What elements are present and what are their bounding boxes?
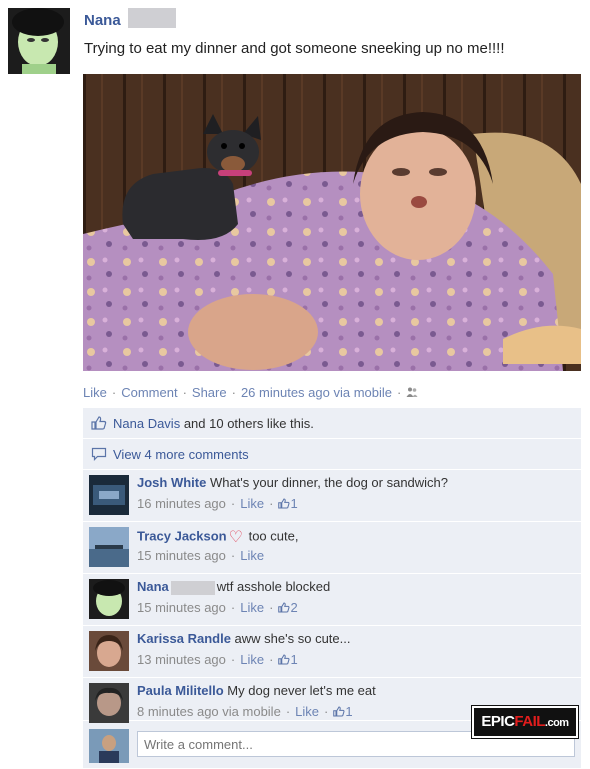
comment-text: aww she's so cute... [230, 631, 351, 646]
epicfail-watermark: EPICFAIL.com [472, 706, 578, 738]
commenter-avatar[interactable] [89, 527, 129, 567]
speech-bubble-icon [91, 447, 107, 466]
comment-text: My dog never let's me eat [223, 683, 376, 698]
commenter-name[interactable]: Paula Militello [137, 683, 224, 698]
redacted-surname [128, 8, 176, 28]
post-photo[interactable] [83, 74, 581, 371]
like-link[interactable]: Like [83, 385, 107, 400]
friends-icon [406, 386, 418, 401]
commenter-name[interactable]: Tracy Jackson [137, 528, 227, 543]
post-actions: Like · Comment · Share · 26 minutes ago via mo… [83, 385, 418, 401]
liker-name-link[interactable]: Nana Davis [113, 416, 180, 431]
likes-summary: Nana Davis and 10 others like this. [83, 408, 581, 439]
thumbs-up-icon [278, 653, 290, 668]
comment-like-link[interactable]: Like [240, 548, 264, 563]
comment-time[interactable]: 16 minutes ago [137, 496, 226, 511]
thumbs-up-icon [278, 497, 290, 512]
comment-like-link[interactable]: Like [240, 600, 264, 615]
comment-like-count[interactable]: 2 [290, 600, 297, 615]
commenter-name[interactable]: Karissa Randle [137, 631, 231, 646]
commenter-avatar[interactable] [89, 683, 129, 723]
comment-like-link[interactable]: Like [295, 704, 319, 719]
thumbs-up-icon [278, 601, 290, 616]
commenter-avatar[interactable] [89, 579, 129, 619]
comment-time[interactable]: 15 minutes ago [137, 548, 226, 563]
comment-like-count[interactable]: 1 [290, 496, 297, 511]
comment-like-count[interactable]: 1 [290, 652, 297, 667]
redacted-surname [170, 580, 215, 595]
comment-item: Nana wtf asshole blocked 15 minutes ago · L… [83, 574, 581, 626]
comment-time[interactable]: 15 minutes ago [137, 600, 226, 615]
comment-text: wtf asshole blocked [216, 579, 331, 594]
post-text: Trying to eat my dinner and got someone … [84, 40, 505, 57]
comment-text: too cute, [244, 528, 299, 544]
comment-text: What's your dinner, the dog or sandwich? [206, 475, 449, 490]
commenter-name[interactable]: Josh White [137, 475, 206, 490]
comment-like-link[interactable]: Like [240, 652, 264, 667]
comment-item: Tracy Jackson ♡ too cute, 15 minutes ago ·… [83, 522, 581, 574]
author-avatar[interactable] [8, 8, 70, 74]
comment-link[interactable]: Comment [121, 385, 177, 400]
post-timestamp[interactable]: 26 minutes ago via mobile [241, 385, 392, 400]
share-link[interactable]: Share [192, 385, 227, 400]
commenter-avatar[interactable] [89, 631, 129, 671]
heart-icon: ♡ [228, 529, 243, 546]
commenter-name[interactable]: Nana [137, 579, 169, 594]
view-more-link[interactable]: View 4 more comments [113, 447, 249, 462]
thumbs-up-icon [91, 416, 107, 435]
comment-like-link[interactable]: Like [240, 496, 264, 511]
thumbs-up-icon [333, 705, 345, 720]
comment-time[interactable]: 8 minutes ago via mobile [137, 704, 281, 719]
view-more-comments[interactable]: View 4 more comments [83, 439, 581, 470]
author-name[interactable]: Nana [84, 12, 121, 29]
comment-item: Josh White What's your dinner, the dog o… [83, 470, 581, 522]
current-user-avatar [89, 729, 129, 763]
comment-like-count[interactable]: 1 [345, 704, 352, 719]
comment-time[interactable]: 13 minutes ago [137, 652, 226, 667]
comment-item: Karissa Randle aww she's so cute... 13 m… [83, 626, 581, 678]
commenter-avatar[interactable] [89, 475, 129, 515]
